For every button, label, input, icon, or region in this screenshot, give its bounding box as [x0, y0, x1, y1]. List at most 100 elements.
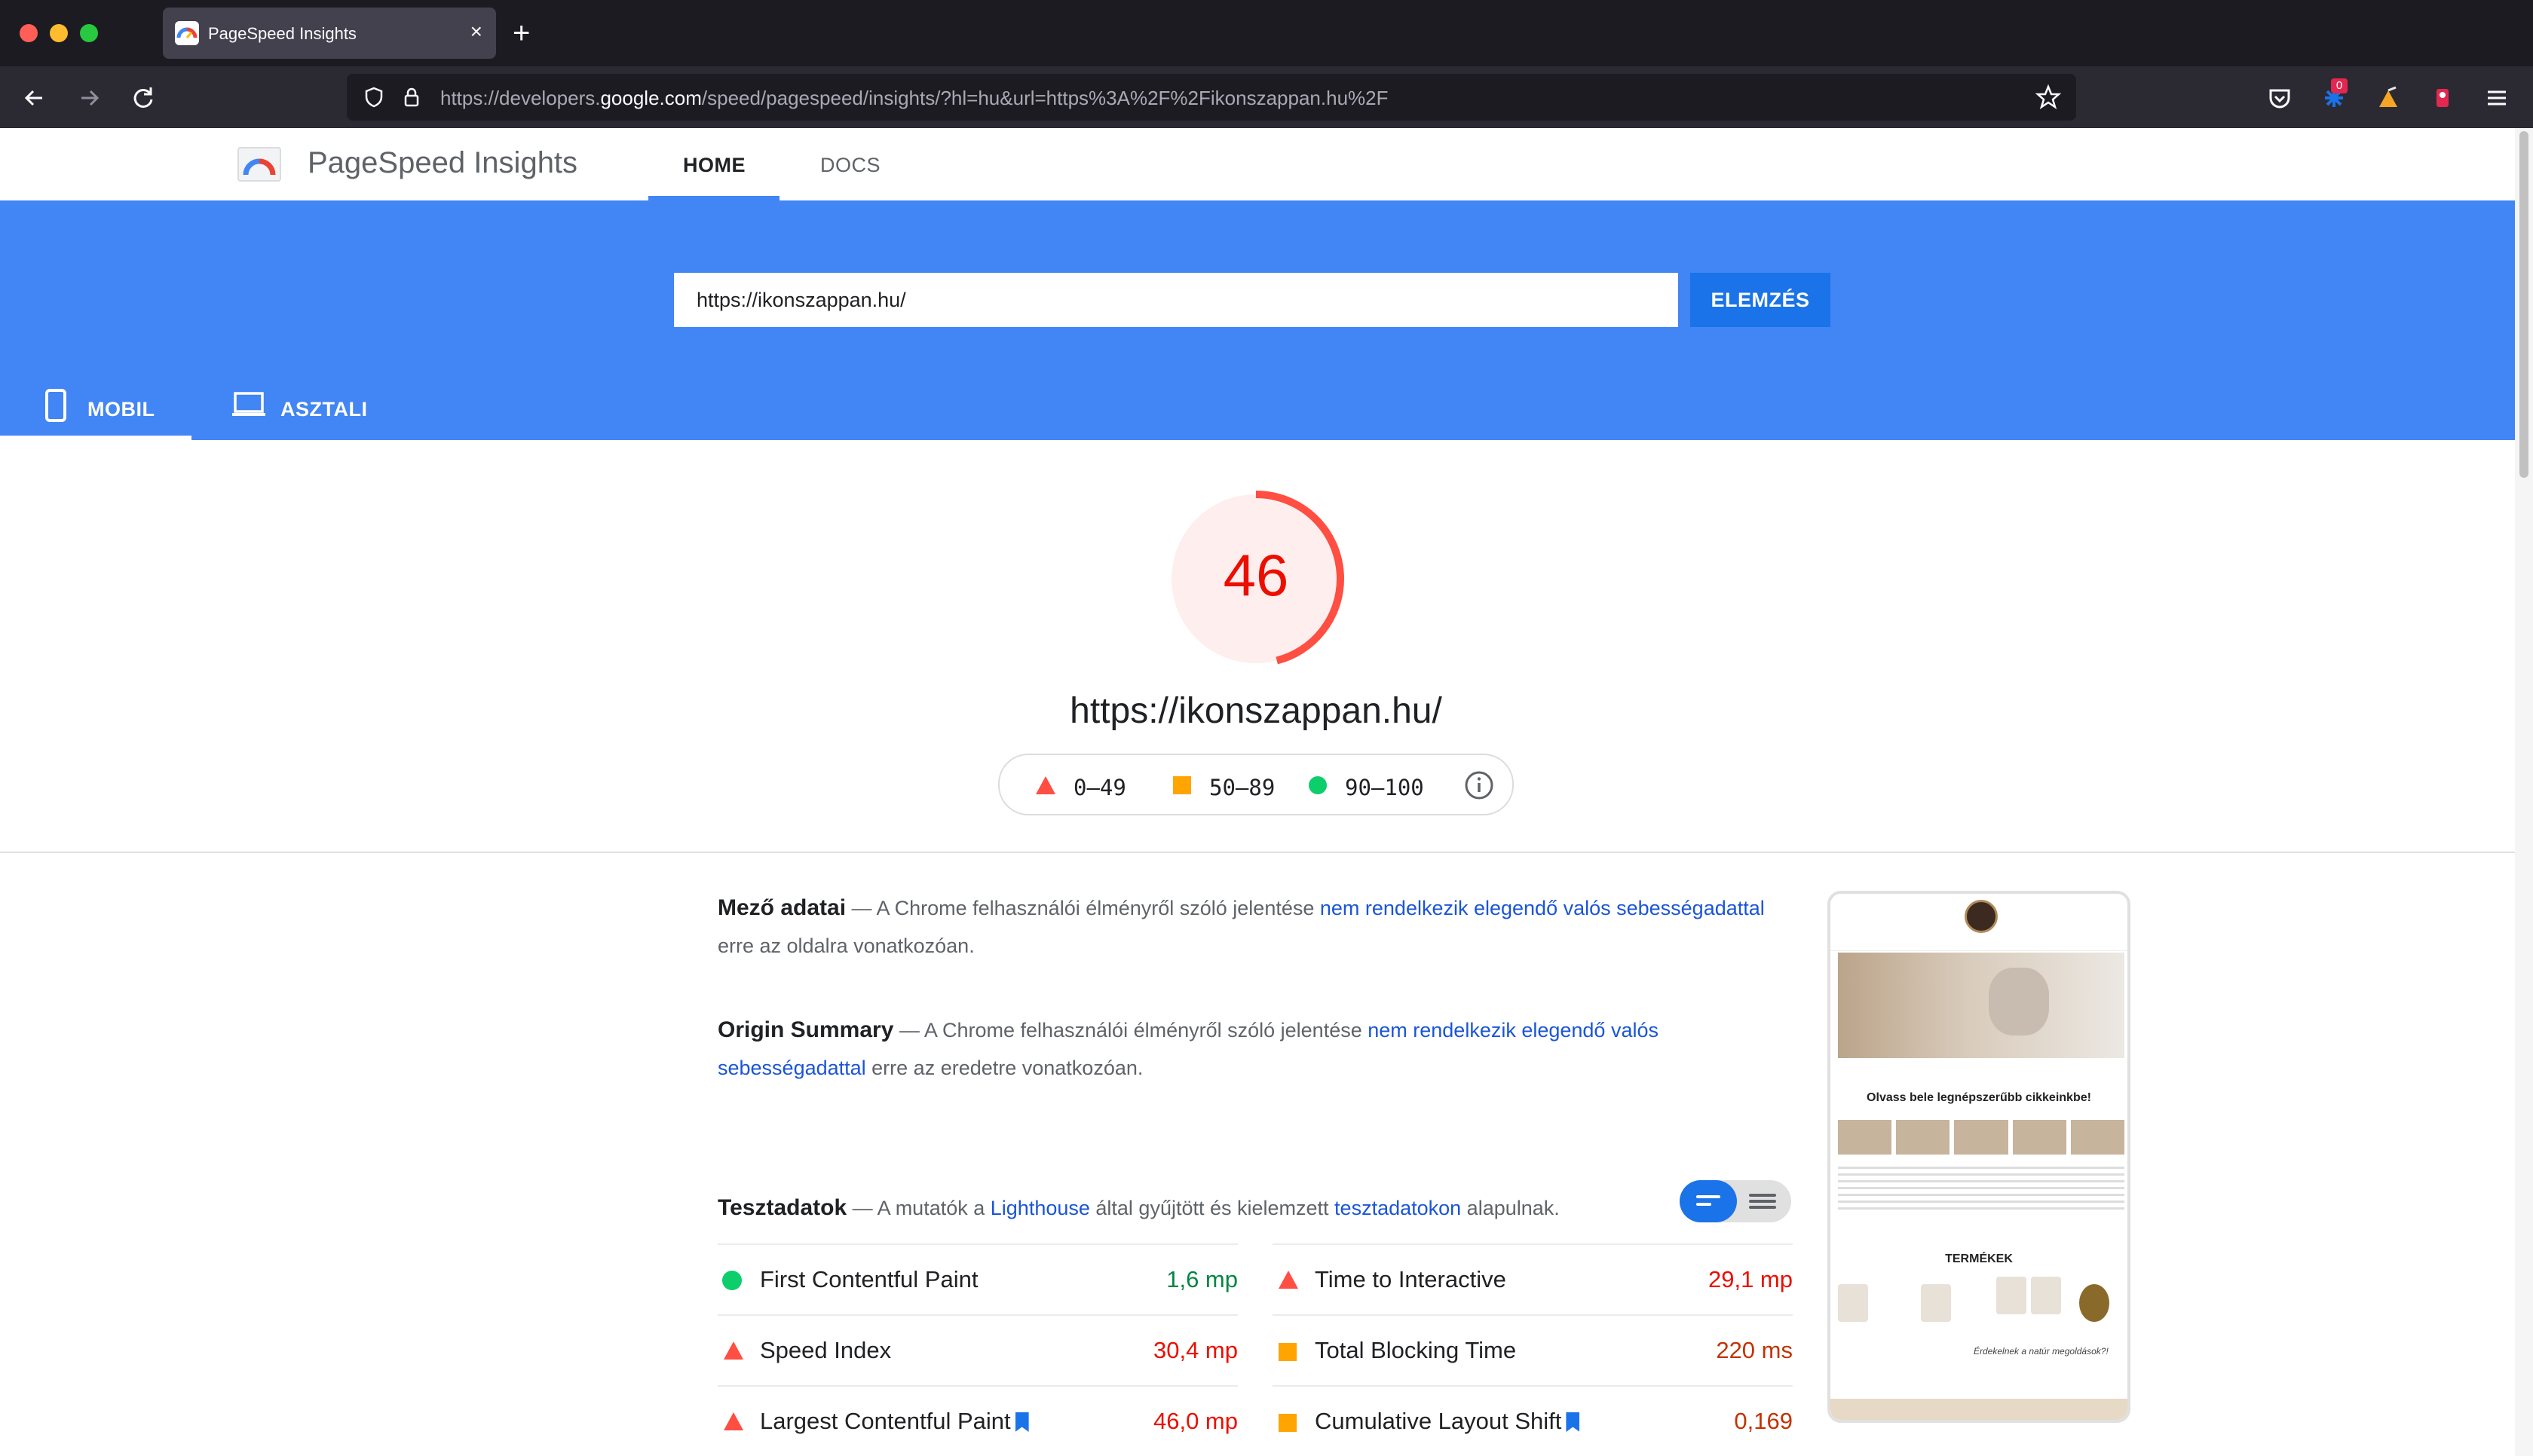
- average-square-icon: [1279, 1343, 1297, 1361]
- metric-value: 46,0 mp: [1153, 1408, 1238, 1434]
- field-data-link[interactable]: nem rendelkezik elegendő valós sebességa…: [1320, 897, 1765, 919]
- preview-hero-image: [1838, 953, 2124, 1058]
- preview-products: [1838, 1277, 2124, 1329]
- forward-arrow-icon[interactable]: [71, 80, 107, 116]
- tab-mobile-label: MOBIL: [87, 398, 155, 421]
- new-tab-button[interactable]: +: [513, 15, 530, 51]
- close-window-button[interactable]: [20, 24, 38, 42]
- metric-name: First Contentful Paint: [760, 1266, 979, 1292]
- star-icon[interactable]: [2034, 83, 2063, 117]
- good-circle-icon: [722, 1271, 742, 1290]
- psi-header: PageSpeed Insights HOME DOCS: [0, 128, 2515, 200]
- menu-icon[interactable]: [2482, 83, 2512, 113]
- metric-row[interactable]: Cumulative Layout Shift 0,169: [1273, 1385, 1793, 1456]
- metric-row[interactable]: First Contentful Paint 1,6 mp: [718, 1243, 1238, 1314]
- nav-home-tab[interactable]: HOME: [683, 154, 746, 177]
- pagespeed-logo-icon[interactable]: [235, 140, 283, 188]
- profile-icon[interactable]: [2427, 83, 2458, 113]
- field-data-section: Mező adatai — A Chrome felhasználói élmé…: [718, 895, 1765, 957]
- preview-flower-image: [1989, 968, 2049, 1035]
- page-screenshot-preview: Olvass bele legnépszerűbb cikkeinkbe! TE…: [1827, 891, 2130, 1423]
- performance-score: 46: [1223, 542, 1289, 608]
- field-data-heading: Mező adatai: [718, 895, 847, 920]
- url-text[interactable]: https://developers.google.com/speed/page…: [440, 87, 1389, 110]
- hero-banner: ELEMZÉS MOBIL ASZTALI: [0, 200, 2515, 440]
- psi-brand-title[interactable]: PageSpeed Insights: [308, 146, 577, 180]
- metric-name: Total Blocking Time: [1315, 1337, 1517, 1363]
- metric-name: Cumulative Layout Shift: [1315, 1408, 1580, 1435]
- extension-badge: 0: [2331, 78, 2348, 93]
- preview-subtitle: Érdekelnek a natúr megoldások?!: [1974, 1346, 2109, 1357]
- page-viewport: PageSpeed Insights HOME DOCS ELEMZÉS MOB…: [0, 128, 2515, 1456]
- poor-triangle-icon: [724, 1341, 743, 1360]
- minimize-window-button[interactable]: [50, 24, 68, 42]
- legend-poor: 0–49: [1074, 775, 1126, 800]
- browser-tab-pagespeed[interactable]: PageSpeed Insights ×: [163, 8, 496, 59]
- legend-average: 50–89: [1209, 775, 1276, 800]
- metric-row[interactable]: Largest Contentful Paint 46,0 mp: [718, 1385, 1238, 1456]
- nav-docs-tab[interactable]: DOCS: [820, 154, 881, 177]
- tab-mobile[interactable]: MOBIL: [0, 372, 191, 440]
- origin-summary-heading: Origin Summary: [718, 1017, 894, 1042]
- paint-extension-icon[interactable]: [2373, 83, 2403, 113]
- metric-value: 220 ms: [1716, 1337, 1793, 1363]
- poor-triangle-icon: [1036, 776, 1055, 794]
- tab-title: PageSpeed Insights: [208, 24, 357, 43]
- address-bar[interactable]: https://developers.google.com/speed/page…: [347, 74, 2076, 121]
- preview-headline: Olvass bele legnépszerűbb cikkeinkbe!: [1867, 1091, 2091, 1104]
- core-web-vital-bookmark-icon: [1566, 1412, 1580, 1432]
- core-web-vital-bookmark-icon: [1015, 1412, 1029, 1432]
- page-scrollbar[interactable]: [2515, 128, 2533, 1456]
- metric-row[interactable]: Total Blocking Time 220 ms: [1273, 1314, 1793, 1385]
- tab-close-icon[interactable]: ×: [470, 20, 482, 44]
- tab-bar: PageSpeed Insights × +: [0, 0, 2533, 66]
- origin-summary-section: Origin Summary — A Chrome felhasználói é…: [718, 1017, 1659, 1079]
- preview-article-text: [1838, 1162, 2124, 1214]
- url-input[interactable]: [674, 273, 1678, 327]
- metric-view-toggle[interactable]: [1680, 1180, 1791, 1222]
- compact-view-button[interactable]: [1680, 1180, 1737, 1222]
- preview-products-title: TERMÉKEK: [1945, 1253, 2013, 1265]
- metric-row[interactable]: Speed Index 30,4 mp: [718, 1314, 1238, 1385]
- metric-value: 29,1 mp: [1708, 1266, 1793, 1292]
- average-square-icon: [1279, 1414, 1297, 1432]
- tab-desktop[interactable]: ASZTALI: [231, 372, 397, 440]
- good-circle-icon: [1309, 776, 1327, 794]
- preview-logo-icon: [1965, 900, 1998, 933]
- maximize-window-button[interactable]: [80, 24, 98, 42]
- lock-icon[interactable]: [400, 85, 424, 109]
- metric-value: 30,4 mp: [1153, 1337, 1238, 1363]
- pagespeed-favicon-icon: [175, 21, 199, 45]
- shield-icon[interactable]: [362, 85, 386, 109]
- lab-data-heading: Tesztadatok: [718, 1195, 847, 1220]
- browser-window: PageSpeed Insights × + https://developer…: [0, 0, 2533, 1456]
- metric-row[interactable]: Time to Interactive 29,1 mp: [1273, 1243, 1793, 1314]
- legend-good: 90–100: [1345, 775, 1424, 800]
- phone-icon: [44, 389, 69, 427]
- metric-name: Speed Index: [760, 1337, 892, 1363]
- metric-name: Time to Interactive: [1315, 1266, 1506, 1292]
- preview-footer: [1830, 1399, 2127, 1420]
- poor-triangle-icon: [1279, 1271, 1298, 1289]
- info-icon[interactable]: [1464, 770, 1494, 800]
- reload-icon[interactable]: [125, 80, 161, 116]
- back-arrow-icon[interactable]: [17, 80, 53, 116]
- lab-data-link[interactable]: tesztadatokon: [1334, 1197, 1461, 1219]
- lab-data-section: Tesztadatok — A mutatók a Lighthouse ált…: [718, 1195, 1560, 1220]
- analyze-button[interactable]: ELEMZÉS: [1690, 273, 1830, 327]
- analyzed-url: https://ikonszappan.hu/: [1070, 691, 1442, 731]
- preview-topbar: [1830, 894, 2127, 951]
- poor-triangle-icon: [724, 1412, 743, 1430]
- tab-desktop-label: ASZTALI: [280, 398, 368, 421]
- laptop-icon: [231, 389, 267, 424]
- preview-article-thumbnails: [1838, 1120, 2125, 1155]
- score-legend: 0–49 50–89 90–100: [998, 754, 1514, 815]
- scrollbar-thumb[interactable]: [2519, 131, 2528, 478]
- metric-name: Largest Contentful Paint: [760, 1408, 1029, 1435]
- section-divider: [0, 852, 2515, 853]
- average-square-icon: [1173, 776, 1191, 794]
- lighthouse-link[interactable]: Lighthouse: [991, 1197, 1090, 1219]
- pocket-icon[interactable]: [2265, 83, 2295, 113]
- metric-value: 0,169: [1734, 1408, 1793, 1434]
- navigation-toolbar: https://developers.google.com/speed/page…: [0, 66, 2533, 128]
